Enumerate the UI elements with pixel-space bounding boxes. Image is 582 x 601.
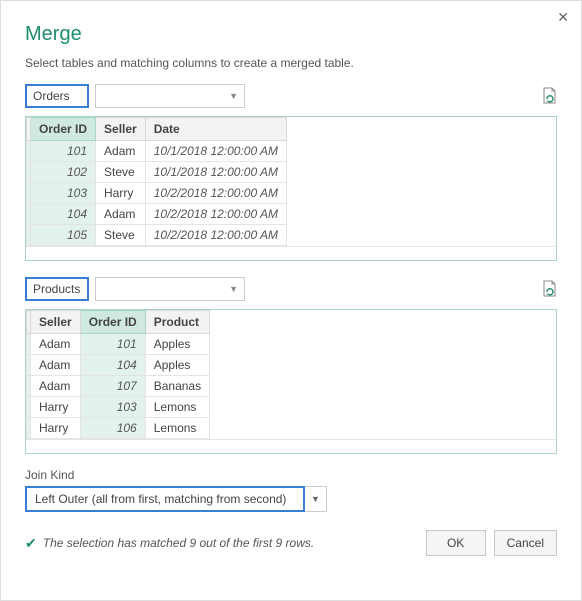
table-cell[interactable]: Apples (145, 355, 209, 376)
table-cell[interactable]: Harry (31, 397, 81, 418)
table-cell[interactable]: Apples (145, 334, 209, 355)
table-cell[interactable]: Bananas (145, 376, 209, 397)
table-cell[interactable]: Lemons (145, 418, 209, 439)
join-kind-label: Join Kind (25, 468, 557, 482)
table2-dropdown[interactable]: Products (25, 277, 89, 301)
close-icon[interactable]: ✕ (557, 9, 569, 26)
table-cell[interactable]: 103 (31, 183, 96, 204)
column-header[interactable]: Product (145, 311, 209, 334)
table-cell[interactable]: 10/2/2018 12:00:00 AM (145, 204, 286, 225)
table-cell[interactable]: 103 (80, 397, 145, 418)
table-cell[interactable]: Steve (96, 162, 146, 183)
table-cell[interactable]: Lemons (145, 397, 209, 418)
column-header[interactable]: Seller (31, 311, 81, 334)
table-cell[interactable]: 10/1/2018 12:00:00 AM (145, 162, 286, 183)
table-cell[interactable]: 10/2/2018 12:00:00 AM (145, 183, 286, 204)
table-cell[interactable]: 10/2/2018 12:00:00 AM (145, 225, 286, 246)
table2-name: Products (33, 282, 80, 296)
table-cell[interactable]: 10/1/2018 12:00:00 AM (145, 141, 286, 162)
column-header[interactable]: Order ID (80, 311, 145, 334)
column-header[interactable]: Date (145, 118, 286, 141)
join-kind-chevron[interactable]: ▼ (305, 486, 327, 512)
join-kind-value: Left Outer (all from first, matching fro… (35, 492, 286, 506)
column-header[interactable]: Order ID (31, 118, 96, 141)
table-cell[interactable]: 104 (80, 355, 145, 376)
table-cell[interactable]: Adam (31, 355, 81, 376)
table-cell[interactable]: 104 (31, 204, 96, 225)
join-kind-dropdown[interactable]: Left Outer (all from first, matching fro… (25, 486, 305, 512)
table-cell[interactable]: Adam (31, 376, 81, 397)
table1-grid: Order IDSellerDate101Adam10/1/2018 12:00… (25, 116, 557, 261)
check-icon: ✔ (25, 535, 37, 552)
dialog-title: Merge (25, 23, 557, 46)
table2-column-dropdown[interactable]: ▼ (95, 277, 245, 301)
table-cell[interactable]: 107 (80, 376, 145, 397)
column-header[interactable]: Seller (96, 118, 146, 141)
refresh-icon[interactable] (541, 87, 557, 105)
table2-grid: SellerOrder IDProductAdam101ApplesAdam10… (25, 309, 557, 454)
table1-dropdown[interactable]: Orders (25, 84, 89, 108)
ok-button[interactable]: OK (426, 530, 486, 556)
table-cell[interactable]: Steve (96, 225, 146, 246)
status-text: The selection has matched 9 out of the f… (43, 536, 314, 550)
refresh-icon[interactable] (541, 280, 557, 298)
cancel-button[interactable]: Cancel (494, 530, 557, 556)
table-cell[interactable]: 101 (80, 334, 145, 355)
table-cell[interactable]: 105 (31, 225, 96, 246)
table-cell[interactable]: Adam (31, 334, 81, 355)
instruction-text: Select tables and matching columns to cr… (25, 56, 557, 70)
table-cell[interactable]: Harry (31, 418, 81, 439)
table-cell[interactable]: Adam (96, 204, 146, 225)
table-cell[interactable]: 102 (31, 162, 96, 183)
table-cell[interactable]: Harry (96, 183, 146, 204)
table-cell[interactable]: 101 (31, 141, 96, 162)
table1-name: Orders (33, 89, 70, 103)
table1-column-dropdown[interactable]: ▼ (95, 84, 245, 108)
table-cell[interactable]: Adam (96, 141, 146, 162)
table-cell[interactable]: 106 (80, 418, 145, 439)
